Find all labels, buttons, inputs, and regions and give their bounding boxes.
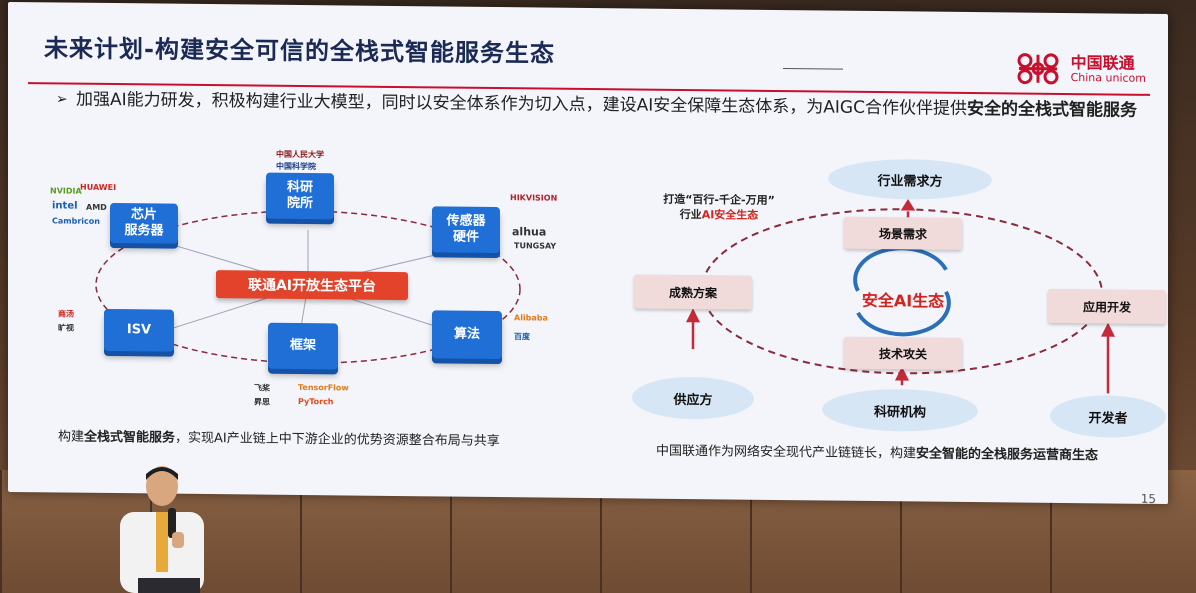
brand-cambricon: Cambricon (52, 216, 100, 226)
right-caption-text: 中国联通作为网络安全现代产业链链长，构建 (656, 443, 917, 462)
node-framework: 框架 (268, 322, 338, 370)
node-algorithm: 算法 (432, 310, 502, 360)
left-caption-text-2: ，实现AI产业链上中下游企业的优势资源整合布局与共享 (175, 430, 500, 450)
box-mature-solution: 成熟方案 (634, 274, 752, 310)
projection-screen: 未来计划-构建安全可信的全栈式智能服务生态 中国联通 China unicom … (8, 1, 1168, 505)
slogan-line-2b: AI安全生态 (701, 208, 759, 222)
unicom-knot-icon (1017, 53, 1059, 85)
left-caption-text: 构建 (58, 429, 85, 445)
node-sensor-hardware: 传感器 硬件 (432, 206, 500, 254)
box-scenario-demand: 场景需求 (844, 216, 962, 250)
box-app-development: 应用开发 (1048, 288, 1166, 325)
intro-bold-text: 安全的全栈式智能服务 (966, 98, 1137, 121)
brand-huawei: HUAWEI (80, 182, 117, 193)
brand-tensorflow: TensorFlow (298, 382, 349, 393)
brand-nvidia: NVIDIA (50, 186, 82, 196)
brand-baidu: 百度 (514, 332, 530, 342)
logo-en-text: China unicom (1070, 71, 1146, 85)
brand-cas: 中国科学院 (276, 161, 316, 172)
brand-pytorch: PyTorch (298, 396, 334, 407)
node-isv: ISV (104, 308, 174, 352)
safe-ai-ecosystem-label: 安全AI生态 (861, 290, 945, 311)
node-research-institutes: 科研 院所 (266, 172, 334, 220)
brand-sensetime: 商汤 (58, 309, 74, 319)
page-number: 15 (1140, 491, 1156, 505)
slogan-line-2a: 行业 (679, 207, 702, 222)
title-divider (783, 68, 843, 70)
box-tech-breakthrough: 技术攻关 (844, 336, 962, 370)
unicom-ai-platform: 联通AI开放生态平台 (216, 270, 408, 301)
slogan-line-1: 打造“百行-千企-万用” (663, 192, 775, 207)
podium (138, 578, 200, 593)
right-caption: 中国联通作为网络安全现代产业链链长，构建安全智能的全栈服务运营商生态 (656, 441, 1126, 468)
brand-tungsay: TUNGSAY (514, 241, 557, 251)
logo-cn-text: 中国联通 (1070, 53, 1135, 73)
brand-dahua: alhua (512, 225, 547, 239)
brand-alibaba: Alibaba (514, 313, 548, 323)
slogan: 打造“百行-千企-万用” 行业AI安全生态 (644, 192, 794, 224)
left-caption-bold: 全栈式智能服务 (84, 429, 176, 446)
speaker-figure (120, 466, 204, 593)
brand-amd: AMD (86, 202, 107, 212)
brand-renmin-university: 中国人民大学 (276, 149, 324, 160)
brand-megvii: 旷视 (58, 323, 74, 333)
china-unicom-logo: 中国联通 China unicom (1011, 48, 1146, 89)
right-caption-bold: 安全智能的全栈服务运营商生态 (916, 446, 1099, 464)
node-chip-server: 芯片 服务器 (110, 202, 178, 244)
brand-mindspore: 昇思 (254, 397, 270, 407)
brand-hikvision: HIKVISION (510, 193, 558, 203)
brand-paddle: 飞桨 (254, 383, 270, 393)
brand-intel: intel (52, 200, 78, 212)
